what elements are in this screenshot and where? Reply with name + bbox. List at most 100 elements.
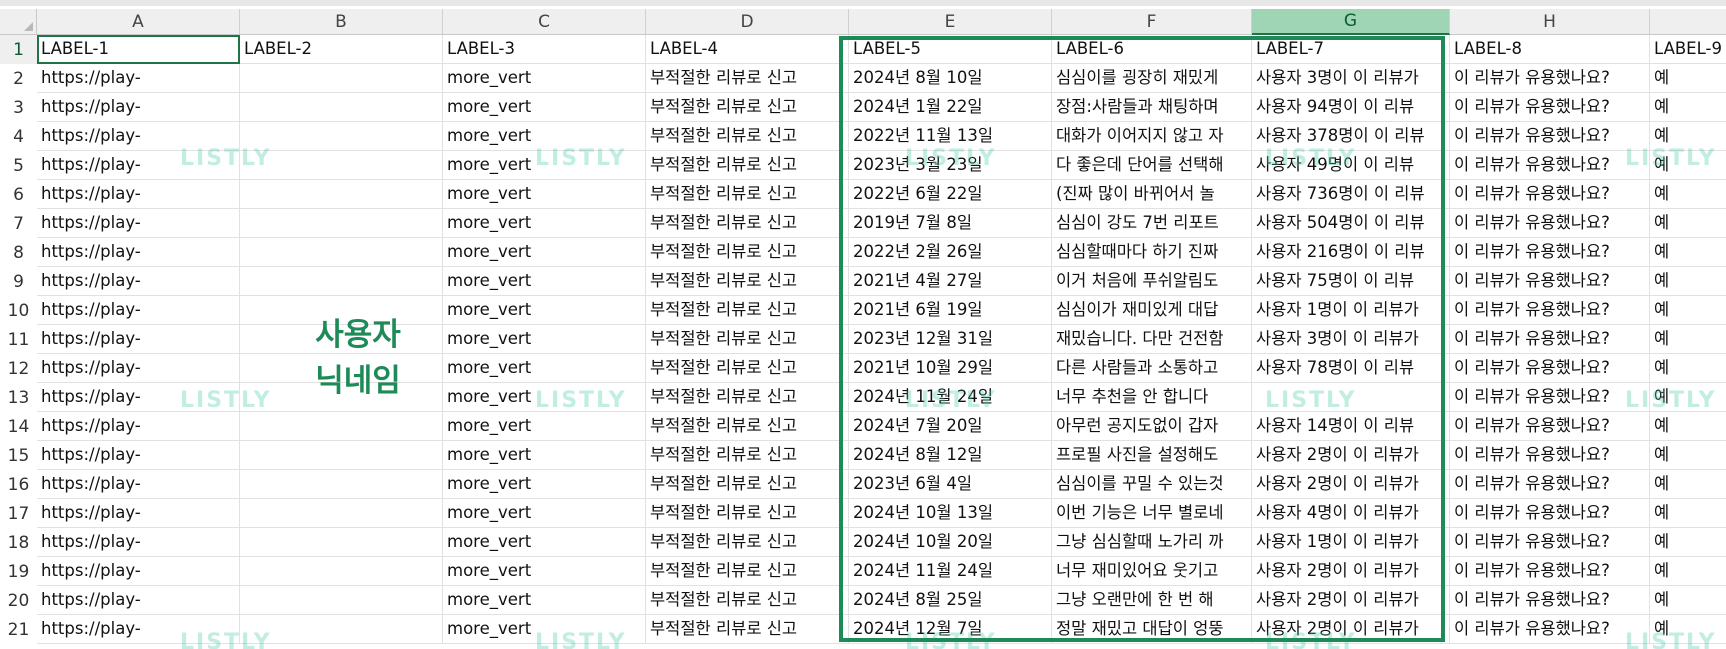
cell-e[interactable]: 2022년 11월 13일	[849, 122, 1052, 151]
cell-g[interactable]: 사용자 2명이 이 리뷰가	[1252, 586, 1450, 615]
row-header[interactable]: 1	[0, 35, 37, 64]
cell-c[interactable]: more_vert	[443, 383, 646, 412]
cell-e[interactable]: 2021년 4월 27일	[849, 267, 1052, 296]
cell-a[interactable]: https://play-	[37, 64, 240, 93]
cell-g[interactable]: 사용자 216명이 이 리뷰	[1252, 238, 1450, 267]
cell-g[interactable]: 사용자 736명이 이 리뷰	[1252, 180, 1450, 209]
header-cell-b[interactable]: LABEL-2	[240, 35, 443, 64]
cell-e[interactable]: 2023년 6월 4일	[849, 470, 1052, 499]
cell-c[interactable]: more_vert	[443, 151, 646, 180]
header-cell-f[interactable]: LABEL-6	[1052, 35, 1252, 64]
cell-d[interactable]: 부적절한 리뷰로 신고	[646, 209, 849, 238]
cell-h[interactable]: 이 리뷰가 유용했나요?	[1450, 528, 1650, 557]
cell-c[interactable]: more_vert	[443, 499, 646, 528]
header-cell-g[interactable]: LABEL-7	[1252, 35, 1450, 64]
cell-c[interactable]: more_vert	[443, 528, 646, 557]
cell-b[interactable]	[240, 615, 443, 644]
cell-b[interactable]	[240, 180, 443, 209]
cell-f[interactable]: 프로필 사진을 설정해도	[1052, 441, 1252, 470]
cell-f[interactable]: 너무 재미있어요 웃기고	[1052, 557, 1252, 586]
cell-g[interactable]: 사용자 3명이 이 리뷰가	[1252, 325, 1450, 354]
cell-b[interactable]	[240, 267, 443, 296]
row-header[interactable]: 7	[0, 209, 37, 238]
cell-a[interactable]: https://play-	[37, 441, 240, 470]
cell-c[interactable]: more_vert	[443, 180, 646, 209]
cell-d[interactable]: 부적절한 리뷰로 신고	[646, 470, 849, 499]
cell-i[interactable]: 예	[1650, 180, 1726, 209]
row-header[interactable]: 6	[0, 180, 37, 209]
column-header-c[interactable]: C	[443, 9, 646, 35]
cell-c[interactable]: more_vert	[443, 441, 646, 470]
cell-a[interactable]: https://play-	[37, 122, 240, 151]
row-header[interactable]: 12	[0, 354, 37, 383]
row-header[interactable]: 5	[0, 151, 37, 180]
cell-e[interactable]: 2023년 12월 31일	[849, 325, 1052, 354]
cell-e[interactable]: 2024년 11월 24일	[849, 383, 1052, 412]
cell-d[interactable]: 부적절한 리뷰로 신고	[646, 383, 849, 412]
cell-h[interactable]: 이 리뷰가 유용했나요?	[1450, 151, 1650, 180]
column-header-e[interactable]: E	[849, 9, 1052, 35]
cell-b[interactable]	[240, 412, 443, 441]
cell-i[interactable]: 예	[1650, 557, 1726, 586]
cell-a[interactable]: https://play-	[37, 267, 240, 296]
row-header[interactable]: 9	[0, 267, 37, 296]
cell-d[interactable]: 부적절한 리뷰로 신고	[646, 441, 849, 470]
cell-d[interactable]: 부적절한 리뷰로 신고	[646, 615, 849, 644]
cell-b[interactable]	[240, 64, 443, 93]
cell-g[interactable]: 사용자 2명이 이 리뷰가	[1252, 470, 1450, 499]
cell-a[interactable]: https://play-	[37, 93, 240, 122]
cell-e[interactable]: 2024년 7월 20일	[849, 412, 1052, 441]
cell-d[interactable]: 부적절한 리뷰로 신고	[646, 122, 849, 151]
column-header-d[interactable]: D	[646, 9, 849, 35]
cell-e[interactable]: 2019년 7월 8일	[849, 209, 1052, 238]
cell-i[interactable]: 예	[1650, 325, 1726, 354]
cell-d[interactable]: 부적절한 리뷰로 신고	[646, 325, 849, 354]
header-cell-c[interactable]: LABEL-3	[443, 35, 646, 64]
header-cell-i[interactable]: LABEL-9	[1650, 35, 1726, 64]
cell-h[interactable]: 이 리뷰가 유용했나요?	[1450, 180, 1650, 209]
cell-h[interactable]: 이 리뷰가 유용했나요?	[1450, 499, 1650, 528]
cell-h[interactable]: 이 리뷰가 유용했나요?	[1450, 238, 1650, 267]
header-cell-e[interactable]: LABEL-5	[849, 35, 1052, 64]
cell-i[interactable]: 예	[1650, 470, 1726, 499]
cell-h[interactable]: 이 리뷰가 유용했나요?	[1450, 383, 1650, 412]
header-cell-d[interactable]: LABEL-4	[646, 35, 849, 64]
cell-h[interactable]: 이 리뷰가 유용했나요?	[1450, 412, 1650, 441]
cell-f[interactable]: 심심이 강도 7번 리포트	[1052, 209, 1252, 238]
cell-a[interactable]: https://play-	[37, 586, 240, 615]
cell-g[interactable]: 사용자 75명이 이 리뷰	[1252, 267, 1450, 296]
cell-d[interactable]: 부적절한 리뷰로 신고	[646, 412, 849, 441]
column-header-g[interactable]: G	[1252, 9, 1450, 35]
cell-d[interactable]: 부적절한 리뷰로 신고	[646, 499, 849, 528]
column-header-f[interactable]: F	[1052, 9, 1252, 35]
cell-a[interactable]: https://play-	[37, 325, 240, 354]
cell-g[interactable]: 사용자 3명이 이 리뷰가	[1252, 64, 1450, 93]
column-header-i[interactable]: I	[1650, 9, 1726, 35]
cell-d[interactable]: 부적절한 리뷰로 신고	[646, 151, 849, 180]
cell-f[interactable]: 다른 사람들과 소통하고	[1052, 354, 1252, 383]
column-header-a[interactable]: A	[37, 9, 240, 35]
select-all-button[interactable]	[0, 9, 37, 35]
cell-i[interactable]: 예	[1650, 528, 1726, 557]
cell-i[interactable]: 예	[1650, 441, 1726, 470]
cell-f[interactable]: 정말 재밌고 대답이 엉뚱	[1052, 615, 1252, 644]
cell-b[interactable]	[240, 93, 443, 122]
cell-c[interactable]: more_vert	[443, 238, 646, 267]
cell-a[interactable]: https://play-	[37, 238, 240, 267]
cell-h[interactable]: 이 리뷰가 유용했나요?	[1450, 325, 1650, 354]
row-header[interactable]: 19	[0, 557, 37, 586]
column-header-b[interactable]: B	[240, 9, 443, 35]
cell-f[interactable]: 아무런 공지도없이 갑자	[1052, 412, 1252, 441]
cell-i[interactable]: 예	[1650, 122, 1726, 151]
cell-i[interactable]: 예	[1650, 499, 1726, 528]
cell-f[interactable]: 그냥 오랜만에 한 번 해	[1052, 586, 1252, 615]
row-header[interactable]: 16	[0, 470, 37, 499]
cell-d[interactable]: 부적절한 리뷰로 신고	[646, 267, 849, 296]
cell-e[interactable]: 2024년 8월 10일	[849, 64, 1052, 93]
cell-c[interactable]: more_vert	[443, 209, 646, 238]
cell-d[interactable]: 부적절한 리뷰로 신고	[646, 296, 849, 325]
cell-d[interactable]: 부적절한 리뷰로 신고	[646, 64, 849, 93]
cell-g[interactable]: 사용자 78명이 이 리뷰	[1252, 354, 1450, 383]
cell-a[interactable]: https://play-	[37, 296, 240, 325]
cell-a[interactable]: https://play-	[37, 499, 240, 528]
